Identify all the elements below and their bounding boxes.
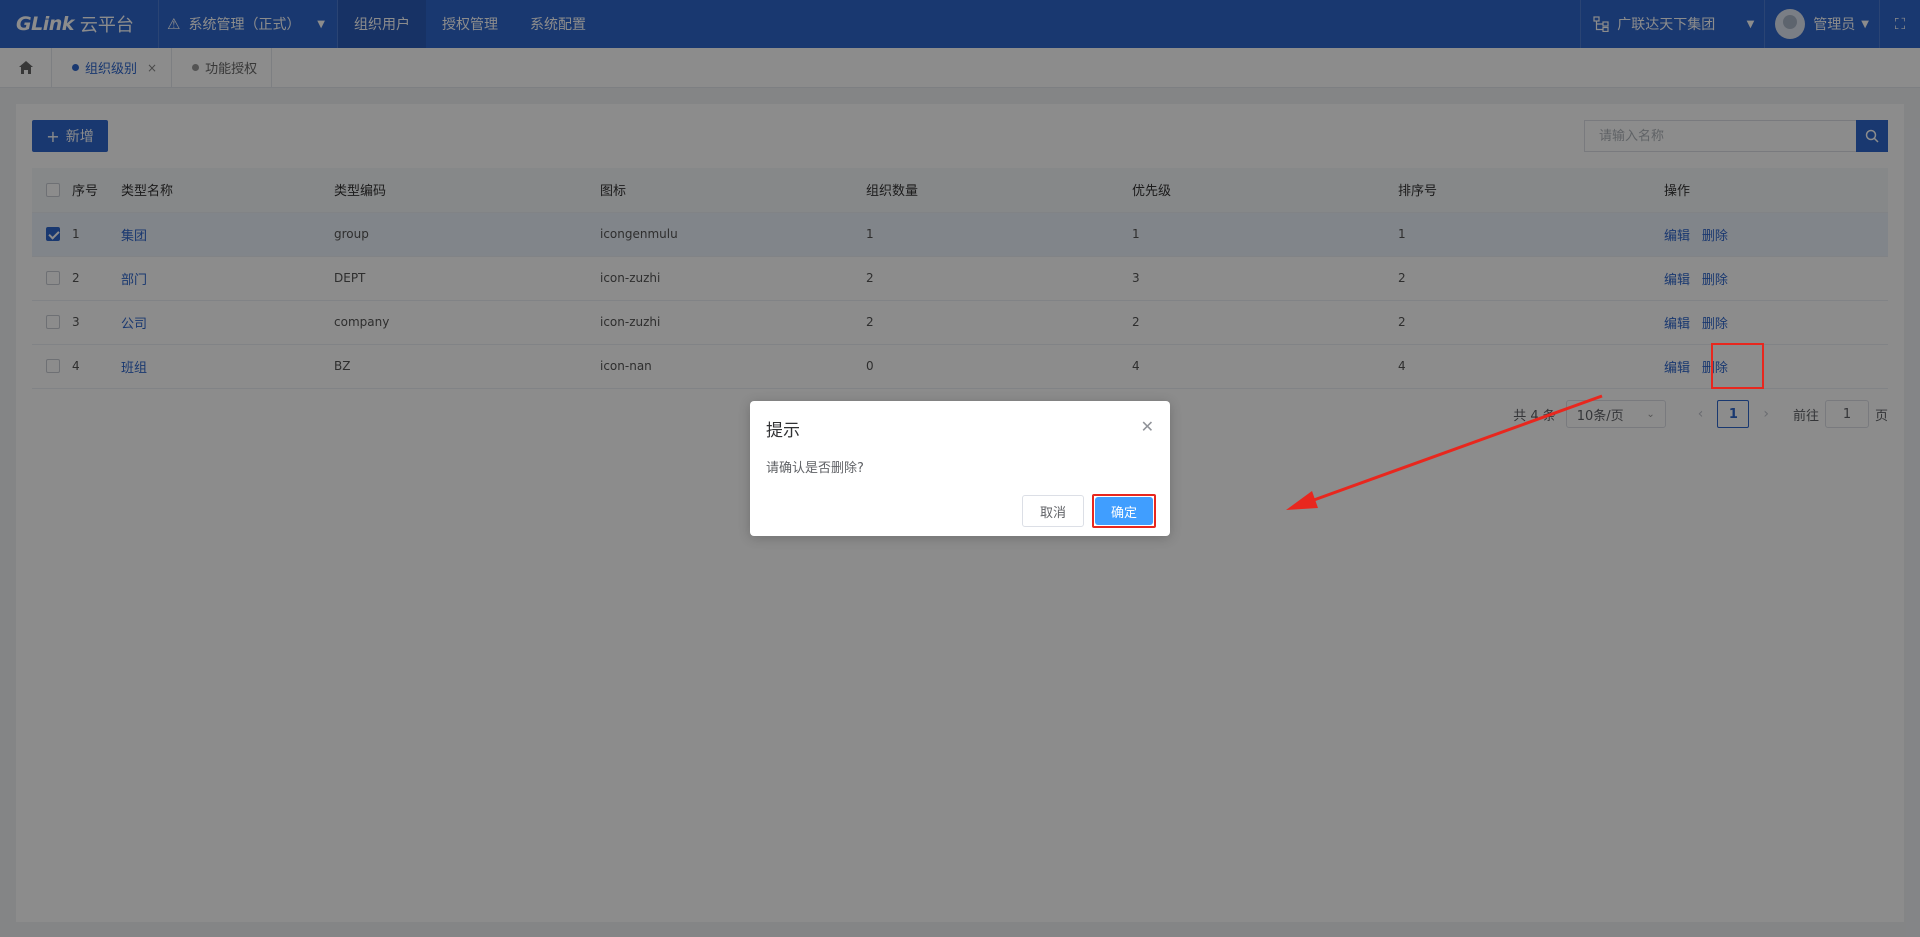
confirm-dialog: 提示 ✕ 请确认是否删除? 取消 确定 — [750, 401, 1170, 536]
cancel-button[interactable]: 取消 — [1022, 495, 1084, 527]
delete-highlight-box — [1711, 343, 1764, 389]
dialog-title: 提示 — [766, 421, 800, 441]
confirm-highlight-box — [1092, 494, 1156, 528]
dialog-message: 请确认是否删除? — [766, 461, 864, 476]
close-icon[interactable]: ✕ — [1141, 417, 1154, 436]
